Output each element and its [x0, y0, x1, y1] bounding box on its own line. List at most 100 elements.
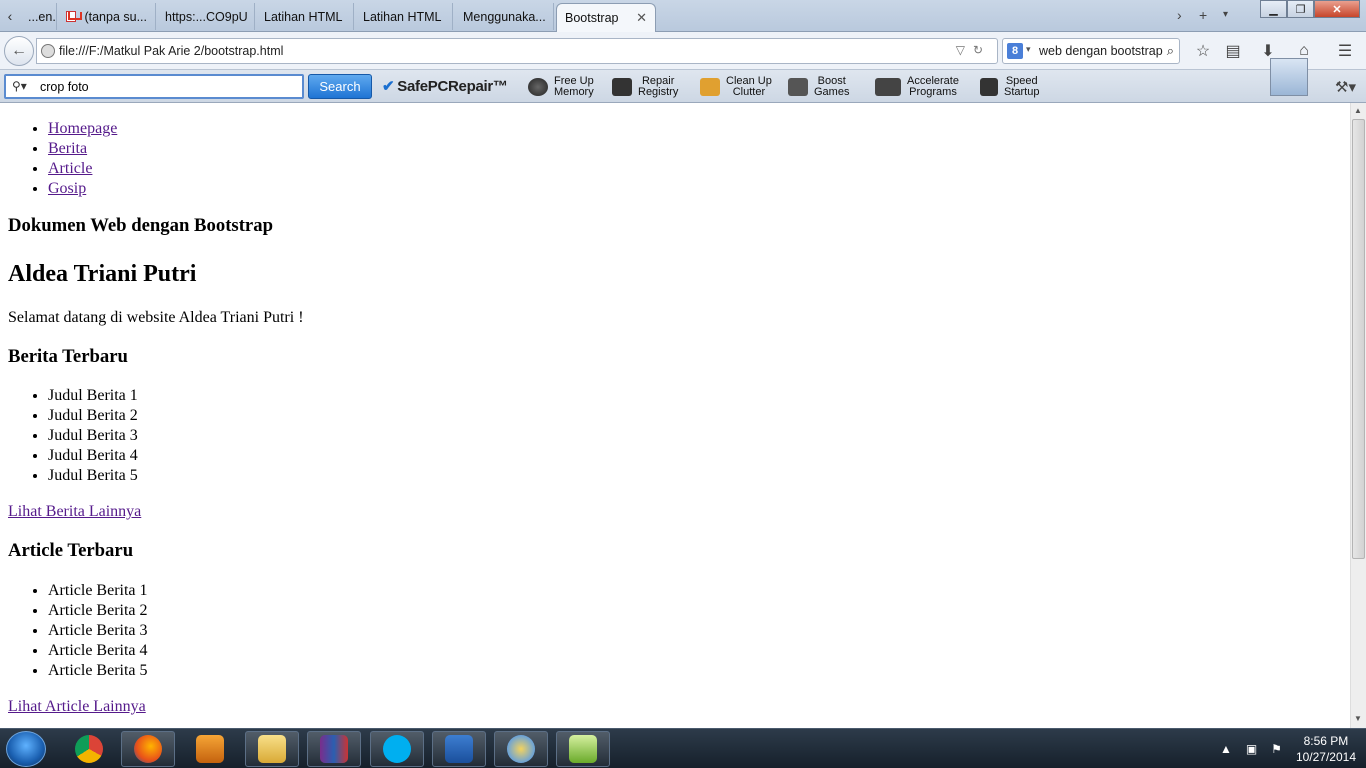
memory-gauge-icon	[528, 77, 548, 96]
close-window-icon[interactable]: ✕	[1314, 0, 1360, 18]
globe-icon	[41, 44, 55, 58]
tab-scroll-left-icon[interactable]: ‹	[0, 3, 20, 29]
show-hidden-icons-icon[interactable]: ▲	[1220, 742, 1232, 756]
list-item: Homepage	[48, 119, 1350, 139]
navigation-bar: ← file:///F:/Matkul Pak Arie 2/bootstrap…	[0, 32, 1366, 70]
clock-time: 8:56 PM	[1303, 734, 1349, 748]
startup-icon	[980, 77, 998, 96]
tab-label: https:...CO9pU	[165, 9, 248, 24]
tab-0[interactable]: ...en...	[20, 3, 57, 30]
minimize-icon[interactable]: ▁	[1260, 0, 1287, 18]
search-icon[interactable]: ⌕	[1167, 43, 1174, 59]
tab-bootstrap-active[interactable]: Bootstrap ✕	[556, 3, 656, 32]
url-bar[interactable]: file:///F:/Matkul Pak Arie 2/bootstrap.h…	[36, 38, 998, 64]
toolbar-search-input[interactable]: ⚲▾ crop foto	[4, 74, 304, 99]
maximize-icon[interactable]: ❐	[1287, 0, 1314, 18]
back-button[interactable]: ←	[4, 36, 34, 66]
menu-icon[interactable]: ☰	[1335, 41, 1355, 61]
google-icon[interactable]: 8	[1007, 43, 1023, 59]
tab-scroll-right-icon[interactable]: ›	[1177, 7, 1182, 23]
list-item: Article Berita 2	[48, 601, 1350, 621]
berita-more-link[interactable]: Lihat Berita Lainnya	[8, 503, 141, 520]
tab-3[interactable]: Latihan HTML	[256, 3, 354, 30]
dropdown-icon[interactable]: ▽	[956, 43, 973, 57]
scrollbar-thumb[interactable]	[1352, 119, 1365, 559]
taskbar-paint[interactable]	[494, 731, 548, 767]
new-tab-icon[interactable]: +	[1199, 7, 1207, 23]
clock[interactable]: 8:56 PM 10/27/2014	[1296, 733, 1356, 765]
list-item: Judul Berita 5	[48, 466, 1350, 486]
list-item: Article Berita 5	[48, 661, 1350, 681]
tab-label: Bootstrap	[565, 11, 619, 25]
tab-2[interactable]: https:...CO9pU	[157, 3, 255, 30]
tool-repair-registry[interactable]: Repair Registry	[612, 73, 678, 100]
toolbar-search-button[interactable]: Search	[308, 74, 372, 99]
tool-label: Accelerate Programs	[907, 74, 959, 98]
screenshot-thumbnail-icon[interactable]	[1270, 58, 1308, 96]
tab-close-icon[interactable]: ✕	[636, 10, 647, 26]
list-item: Article Berita 3	[48, 621, 1350, 641]
tab-4[interactable]: Latihan HTML	[355, 3, 453, 30]
notepad-icon	[569, 735, 597, 763]
gmail-icon	[66, 11, 77, 22]
berita-list: Judul Berita 1 Judul Berita 2 Judul Beri…	[8, 386, 1350, 486]
safepcrepair-logo[interactable]: ✔ SafePCRepair™	[382, 77, 508, 95]
tab-label: Latihan HTML	[264, 9, 343, 24]
taskbar-firefox[interactable]	[121, 731, 175, 767]
start-button[interactable]	[6, 731, 46, 767]
taskbar-chrome[interactable]	[62, 731, 116, 767]
tool-label: Speed Startup	[1004, 74, 1040, 98]
web-search-bar[interactable]: 8 ▾ web dengan bootstrap ⌕	[1002, 38, 1180, 64]
tool-label: Repair Registry	[638, 74, 679, 98]
brand-text: SafePCRepair™	[397, 78, 508, 95]
tool-clean-up-clutter[interactable]: Clean Up Clutter	[700, 73, 772, 100]
list-item: Gosip	[48, 179, 1350, 199]
broom-icon	[700, 77, 720, 96]
tab-list-icon[interactable]: ▾	[1223, 9, 1228, 20]
bookmarks-list-icon[interactable]: ▤	[1223, 41, 1243, 61]
tab-label: ...en...	[28, 9, 56, 24]
reload-icon[interactable]: ↻	[973, 43, 991, 57]
list-item: Article	[48, 159, 1350, 179]
tab-strip: ‹ ...en... (tanpa su... https:...CO9pU L…	[0, 0, 1366, 32]
tab-5[interactable]: Menggunaka...	[455, 3, 554, 30]
skype-icon	[383, 735, 411, 763]
tab-label: (tanpa su...	[84, 9, 147, 24]
media-player-icon	[196, 735, 224, 763]
engine-caret-icon[interactable]: ▾	[1026, 44, 1031, 55]
tool-speed-startup[interactable]: Speed Startup	[980, 73, 1039, 100]
page-content: Homepage Berita Article Gosip Dokumen We…	[0, 103, 1350, 728]
url-controls: ▽↻	[956, 43, 991, 57]
taskbar-explorer[interactable]	[245, 731, 299, 767]
nav-link-berita[interactable]: Berita	[48, 140, 87, 157]
search-icon: ⚲▾	[12, 79, 27, 93]
tool-accelerate-programs[interactable]: Accelerate Programs	[875, 73, 959, 100]
taskbar-skype[interactable]	[370, 731, 424, 767]
article-heading: Article Terbaru	[8, 540, 134, 561]
taskbar-media-player[interactable]	[183, 731, 237, 767]
nav-link-homepage[interactable]: Homepage	[48, 120, 117, 137]
bookmark-star-icon[interactable]: ☆	[1193, 41, 1213, 61]
taskbar-notepad[interactable]	[556, 731, 610, 767]
article-more-link[interactable]: Lihat Article Lainnya	[8, 698, 146, 715]
page-scrollbar[interactable]: ▲ ▼	[1350, 103, 1366, 728]
nav-link-article[interactable]: Article	[48, 160, 92, 177]
taskbar-word[interactable]	[432, 731, 486, 767]
action-center-flag-icon[interactable]: ⚑	[1271, 742, 1282, 756]
tool-label: Free Up Memory	[554, 74, 594, 98]
nav-link-gosip[interactable]: Gosip	[48, 180, 86, 197]
network-icon[interactable]: ▣	[1246, 742, 1257, 756]
settings-tools-icon[interactable]: ⚒▾	[1335, 78, 1356, 96]
tab-label: Menggunaka...	[463, 9, 546, 24]
scroll-down-icon[interactable]: ▼	[1354, 714, 1362, 723]
shield-check-icon: ✔	[382, 78, 395, 95]
welcome-text: Selamat datang di website Aldea Triani P…	[8, 309, 304, 326]
taskbar-winrar[interactable]	[307, 731, 361, 767]
list-item: Article Berita 1	[48, 581, 1350, 601]
tool-free-up-memory[interactable]: Free Up Memory	[528, 73, 594, 100]
tool-label: Boost Games	[814, 74, 850, 98]
scroll-up-icon[interactable]: ▲	[1354, 106, 1362, 115]
tab-gmail[interactable]: (tanpa su...	[58, 3, 156, 30]
berita-heading: Berita Terbaru	[8, 346, 128, 367]
tool-boost-games[interactable]: Boost Games	[788, 73, 849, 100]
